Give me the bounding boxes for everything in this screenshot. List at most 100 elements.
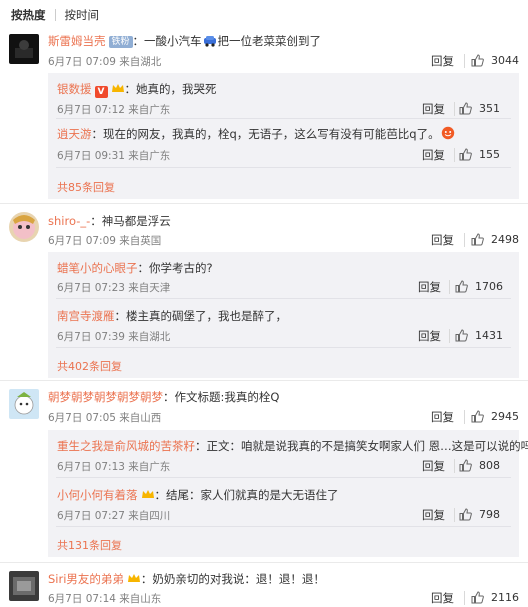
action-divider	[454, 508, 455, 522]
action-divider	[454, 148, 455, 162]
username[interactable]: shiro-_-	[48, 214, 90, 228]
vip-icon: V	[94, 86, 108, 98]
like-button[interactable]: 3044	[471, 54, 519, 67]
divider	[56, 118, 511, 119]
sub-username[interactable]: 银数援	[57, 82, 92, 96]
like-count: 3044	[491, 54, 519, 67]
sub-comment-body: 银数援 V ：她真的，我哭死	[57, 81, 217, 98]
thumbs-up-icon	[471, 591, 484, 604]
sort-by-hot-tab[interactable]: 按热度	[11, 7, 46, 23]
sort-by-time-tab[interactable]: 按时间	[65, 7, 100, 23]
thumbs-up-icon	[459, 102, 472, 115]
fan-crown-icon	[141, 490, 154, 498]
sub-like-button[interactable]: 351	[459, 102, 500, 115]
comment-item: Siri男友的弟弟 ：奶奶亲切的对我说：退！退！退！ 6月7日 07:14 来自山…	[0, 569, 528, 607]
sub-comment-meta: 6月7日 07:27 来自四川	[57, 510, 171, 522]
sub-reply-button[interactable]: 回复	[422, 101, 445, 117]
action-divider	[464, 410, 465, 424]
like-button[interactable]: 2116	[471, 591, 519, 604]
comment-item: shiro-_-：神马都是浮云 6月7日 07:09 来自英国 回复 2498 …	[0, 210, 528, 382]
sub-comments-box: 银数援 V ：她真的，我哭死 6月7日 07:12 来自广东 回复 351 逍天游：…	[48, 73, 519, 199]
action-divider	[464, 591, 465, 605]
comment-body: 朝梦朝梦朝梦朝梦朝梦：作文标题:我真的栓Q	[48, 389, 279, 405]
comment-meta: 6月7日 07:09 来自湖北	[48, 56, 162, 68]
sub-username[interactable]: 小何小何有着落	[57, 488, 138, 502]
divider	[56, 477, 511, 478]
like-button[interactable]: 2945	[471, 410, 519, 423]
thumbs-up-icon	[459, 148, 472, 161]
divider	[0, 380, 528, 381]
more-replies-link[interactable]: 共85条回复	[57, 179, 115, 195]
fan-crown-icon	[111, 84, 124, 92]
divider	[56, 298, 511, 299]
more-replies-link[interactable]: 共402条回复	[57, 358, 122, 374]
username[interactable]: 斯雷姆当壳	[48, 34, 106, 48]
divider	[56, 526, 511, 527]
sub-like-button[interactable]: 1431	[455, 329, 503, 342]
comment-text: ：一酸小汽车	[132, 34, 202, 48]
comment-text-cont: 把一位老菜菜创到了	[217, 34, 322, 48]
like-count: 155	[479, 148, 500, 161]
like-count: 798	[479, 508, 500, 521]
reply-button[interactable]: 回复	[431, 409, 454, 425]
comment-item: 斯雷姆当壳 铁粉 ：一酸小汽车 把一位老菜菜创到了 6月7日 07:09 来自湖北 回…	[0, 30, 528, 207]
action-divider	[449, 280, 450, 294]
comment-text: ：作文标题:我真的栓Q	[163, 390, 280, 404]
sub-reply-button[interactable]: 回复	[422, 507, 445, 523]
sub-comment-meta: 6月7日 07:12 来自广东	[57, 104, 171, 116]
sub-reply-button[interactable]: 回复	[418, 328, 441, 344]
avatar[interactable]	[9, 389, 39, 419]
divider	[0, 203, 528, 204]
sub-like-button[interactable]: 155	[459, 148, 500, 161]
sub-comment-body: 逍天游：现在的网友，我真的，栓q，无语子，这么写有没有可能芭比q了。	[57, 126, 456, 142]
sort-bar: 按热度 按时间	[0, 0, 528, 30]
sub-comment-body: 蜡笔小的心眼子：你学考古的?	[57, 260, 213, 276]
sub-reply-button[interactable]: 回复	[422, 458, 445, 474]
comment-body: 斯雷姆当壳 铁粉 ：一酸小汽车 把一位老菜菜创到了	[48, 33, 321, 49]
more-replies-link[interactable]: 共131条回复	[57, 537, 122, 553]
like-count: 1431	[475, 329, 503, 342]
sub-comment-text: ：现在的网友，我真的，栓q，无语子，这么写有没有可能芭比q了。	[91, 127, 440, 141]
like-button[interactable]: 2498	[471, 233, 519, 246]
sub-username[interactable]: 南宫寺渡雁	[57, 309, 115, 323]
avatar[interactable]	[9, 34, 39, 64]
reply-button[interactable]: 回复	[431, 53, 454, 69]
reply-button[interactable]: 回复	[431, 590, 454, 606]
sub-like-button[interactable]: 1706	[455, 280, 503, 293]
sub-comment-body: 小何小何有着落 ：结尾：家人们就真的是大无语住了	[57, 487, 339, 503]
sub-comments-box: 蜡笔小的心眼子：你学考古的? 6月7日 07:23 来自天津 回复 1706 南…	[48, 252, 519, 378]
comment-meta: 6月7日 07:14 来自山东	[48, 593, 162, 605]
comment-meta: 6月7日 07:05 来自山西	[48, 412, 162, 424]
avatar[interactable]	[9, 571, 39, 601]
sub-comment-text: ：她真的，我哭死	[124, 82, 217, 96]
sub-comment-text: ：楼主真的碉堡了，我也是醉了，	[114, 309, 288, 323]
sub-comment-text: ：你学考古的?	[137, 261, 213, 275]
sub-username[interactable]: 逍天游	[57, 127, 92, 141]
thumbs-up-icon	[471, 233, 484, 246]
sub-username[interactable]: 蜡笔小的心眼子	[57, 261, 138, 275]
username[interactable]: Siri男友的弟弟	[48, 572, 124, 586]
username[interactable]: 朝梦朝梦朝梦朝梦朝梦	[48, 390, 163, 404]
sub-username[interactable]: 重生之我是俞风城的苦茶籽	[57, 439, 195, 453]
sub-reply-button[interactable]: 回复	[418, 279, 441, 295]
sub-comment-meta: 6月7日 09:31 来自广东	[57, 150, 171, 162]
thumbs-up-icon	[471, 54, 484, 67]
reply-button[interactable]: 回复	[431, 232, 454, 248]
thumbs-up-icon	[471, 410, 484, 423]
sub-comment-body: 重生之我是俞风城的苦茶籽：正文：咱就是说我真的不是搞笑女啊家人们 恩…这是可以说…	[57, 438, 528, 454]
action-divider	[464, 54, 465, 68]
thumbs-up-icon	[459, 459, 472, 472]
comment-body: Siri男友的弟弟 ：奶奶亲切的对我说：退！退！退！	[48, 571, 325, 587]
comment-meta: 6月7日 07:09 来自英国	[48, 235, 162, 247]
avatar[interactable]	[9, 212, 39, 242]
sub-comment-meta: 6月7日 07:13 来自广东	[57, 461, 171, 473]
sub-like-button[interactable]: 798	[459, 508, 500, 521]
action-divider	[454, 459, 455, 473]
sub-like-button[interactable]: 808	[459, 459, 500, 472]
fan-crown-icon	[127, 574, 140, 582]
comment-text: ：奶奶亲切的对我说：退！退！退！	[140, 572, 325, 586]
fan-badge[interactable]: 铁粉	[108, 36, 133, 48]
divider	[56, 167, 511, 168]
sub-reply-button[interactable]: 回复	[422, 147, 445, 163]
action-divider	[449, 329, 450, 343]
